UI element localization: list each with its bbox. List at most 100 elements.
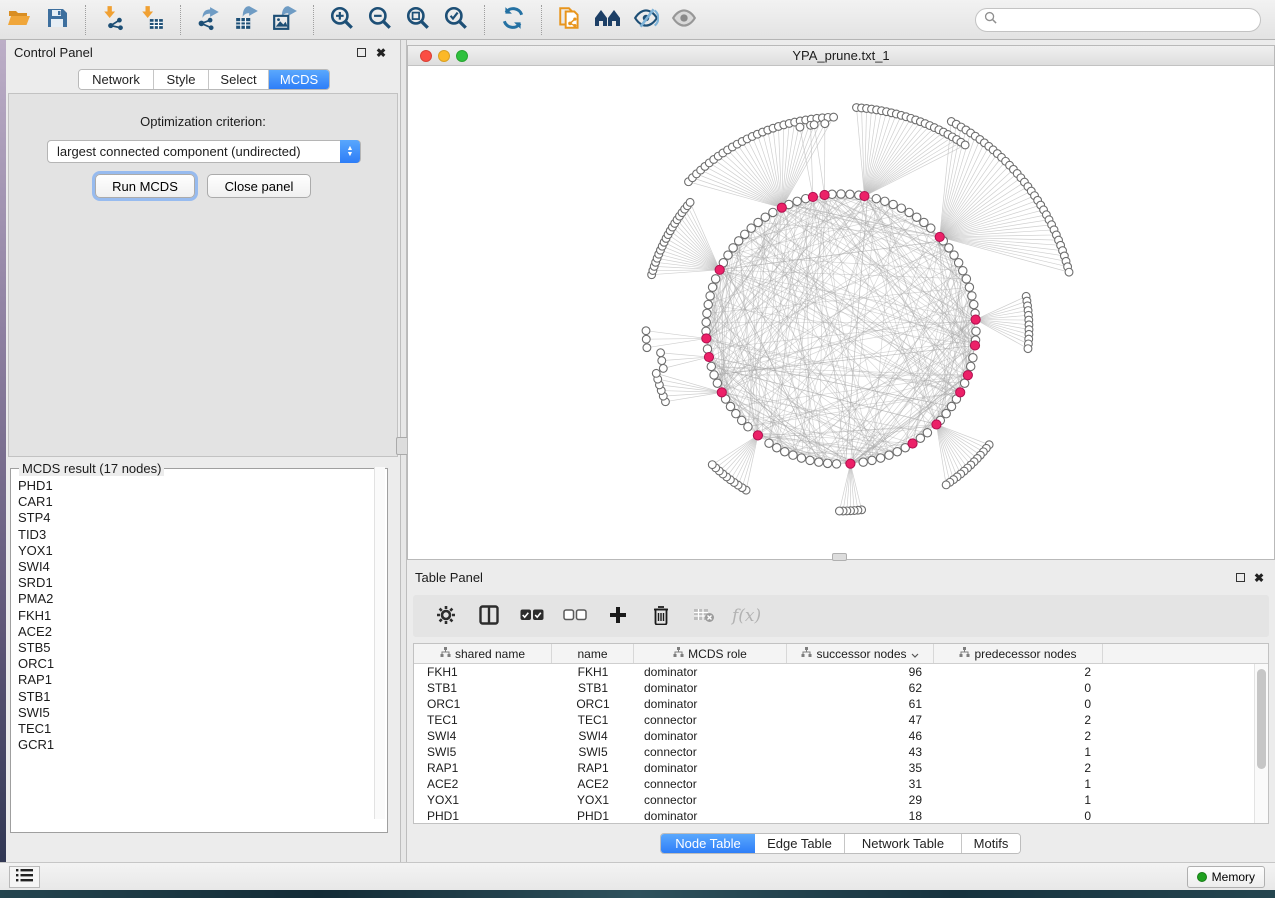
mcds-result-item[interactable]: STP4 (18, 510, 387, 526)
table-settings-button[interactable] (431, 600, 461, 632)
table-row[interactable]: SWI5SWI5connector431 (414, 744, 1268, 760)
save-session-button[interactable] (40, 4, 74, 36)
network-node[interactable] (960, 379, 968, 387)
mcds-result-item[interactable]: ACE2 (18, 624, 387, 640)
table-cell-predecessor-nodes[interactable]: 1 (934, 744, 1103, 760)
close-panel-button[interactable]: Close panel (207, 174, 311, 198)
mcds-node[interactable] (820, 190, 829, 199)
mcds-node[interactable] (846, 459, 855, 468)
zoom-out-button[interactable] (363, 4, 397, 36)
column-header-mcds-role[interactable]: MCDS role (634, 644, 787, 663)
mcds-node[interactable] (715, 265, 724, 274)
search-field[interactable] (975, 8, 1261, 32)
network-node[interactable] (761, 213, 769, 221)
network-node[interactable] (897, 204, 905, 212)
network-node[interactable] (832, 460, 840, 468)
table-cell-mcds-role[interactable]: connector (634, 744, 787, 760)
network-leaf-node[interactable] (810, 121, 818, 129)
table-cell-shared-name[interactable]: YOX1 (414, 792, 552, 808)
network-node[interactable] (923, 429, 931, 437)
network-leaf-node[interactable] (821, 120, 829, 128)
network-node[interactable] (927, 224, 935, 232)
network-node[interactable] (893, 448, 901, 456)
network-node[interactable] (889, 200, 897, 208)
mcds-result-item[interactable]: STB1 (18, 689, 387, 705)
delete-column-button[interactable] (646, 600, 676, 632)
network-leaf-node[interactable] (796, 123, 804, 131)
tab-network-table[interactable]: Network Table (845, 834, 962, 853)
network-node[interactable] (713, 379, 721, 387)
table-cell-shared-name[interactable]: RAP1 (414, 760, 552, 776)
table-cell-successor-nodes[interactable]: 18 (787, 808, 934, 824)
memory-button[interactable]: Memory (1187, 866, 1265, 888)
minimize-window-icon[interactable] (438, 50, 450, 62)
mcds-node[interactable] (860, 191, 869, 200)
create-column-button[interactable] (603, 600, 633, 632)
network-node[interactable] (797, 454, 805, 462)
network-leaf-node[interactable] (642, 335, 650, 343)
network-node[interactable] (859, 458, 867, 466)
table-cell-shared-name[interactable]: SWI5 (414, 744, 552, 760)
network-node[interactable] (724, 251, 732, 259)
deselect-all-button[interactable] (560, 600, 590, 632)
task-history-button[interactable] (9, 866, 40, 888)
table-row[interactable]: YOX1YOX1connector291 (414, 792, 1268, 808)
network-node[interactable] (823, 459, 831, 467)
network-node[interactable] (962, 275, 970, 283)
network-leaf-node[interactable] (836, 507, 844, 515)
network-node[interactable] (793, 197, 801, 205)
column-header-shared-name[interactable]: shared name (414, 644, 552, 663)
table-cell-successor-nodes[interactable]: 47 (787, 712, 934, 728)
table-cell-successor-nodes[interactable]: 96 (787, 664, 934, 680)
mcds-node[interactable] (808, 192, 817, 201)
network-node[interactable] (968, 292, 976, 300)
mcds-node[interactable] (702, 334, 711, 343)
network-node[interactable] (969, 354, 977, 362)
table-cell-predecessor-nodes[interactable]: 2 (934, 664, 1103, 680)
table-scrollbar-thumb[interactable] (1257, 669, 1266, 769)
network-node[interactable] (947, 402, 955, 410)
table-cell-name[interactable]: ORC1 (552, 696, 634, 712)
network-node[interactable] (920, 218, 928, 226)
table-cell-successor-nodes[interactable]: 43 (787, 744, 934, 760)
apply-layout-button[interactable] (496, 4, 530, 36)
select-all-button[interactable] (517, 600, 547, 632)
open-session-button[interactable] (2, 4, 36, 36)
table-row[interactable]: SWI4SWI4dominator462 (414, 728, 1268, 744)
network-node[interactable] (942, 409, 950, 417)
table-cell-mcds-role[interactable]: dominator (634, 680, 787, 696)
network-node[interactable] (747, 224, 755, 232)
mcds-result-item[interactable]: PHD1 (18, 478, 387, 494)
table-cell-name[interactable]: SWI5 (552, 744, 634, 760)
mcds-node[interactable] (932, 420, 941, 429)
network-node[interactable] (954, 259, 962, 267)
table-cell-mcds-role[interactable]: connector (634, 792, 787, 808)
horizontal-splitter-handle[interactable] (832, 553, 847, 561)
table-cell-name[interactable]: TEC1 (552, 712, 634, 728)
table-cell-mcds-role[interactable]: connector (634, 712, 787, 728)
network-node[interactable] (916, 434, 924, 442)
network-node[interactable] (754, 218, 762, 226)
table-cell-name[interactable]: RAP1 (552, 760, 634, 776)
delete-table-button[interactable] (689, 600, 719, 632)
network-node[interactable] (703, 345, 711, 353)
table-cell-predecessor-nodes[interactable]: 1 (934, 792, 1103, 808)
float-panel-icon[interactable] (357, 48, 366, 57)
network-node[interactable] (708, 283, 716, 291)
new-network-from-selection-button[interactable] (553, 4, 587, 36)
mcds-result-item[interactable]: CAR1 (18, 494, 387, 510)
import-network-button[interactable] (97, 4, 131, 36)
mcds-result-item[interactable]: YOX1 (18, 543, 387, 559)
network-node[interactable] (732, 409, 740, 417)
close-panel-icon[interactable]: ✖ (376, 46, 386, 60)
network-node[interactable] (967, 362, 975, 370)
table-row[interactable]: TEC1TEC1connector472 (414, 712, 1268, 728)
mcds-result-item[interactable]: TEC1 (18, 721, 387, 737)
network-leaf-node[interactable] (961, 141, 969, 149)
column-header-predecessor-nodes[interactable]: predecessor nodes (934, 644, 1103, 663)
tab-select[interactable]: Select (209, 70, 269, 89)
network-node[interactable] (706, 292, 714, 300)
tab-edge-table[interactable]: Edge Table (755, 834, 845, 853)
mcds-result-item[interactable]: RAP1 (18, 672, 387, 688)
tab-style[interactable]: Style (154, 70, 209, 89)
